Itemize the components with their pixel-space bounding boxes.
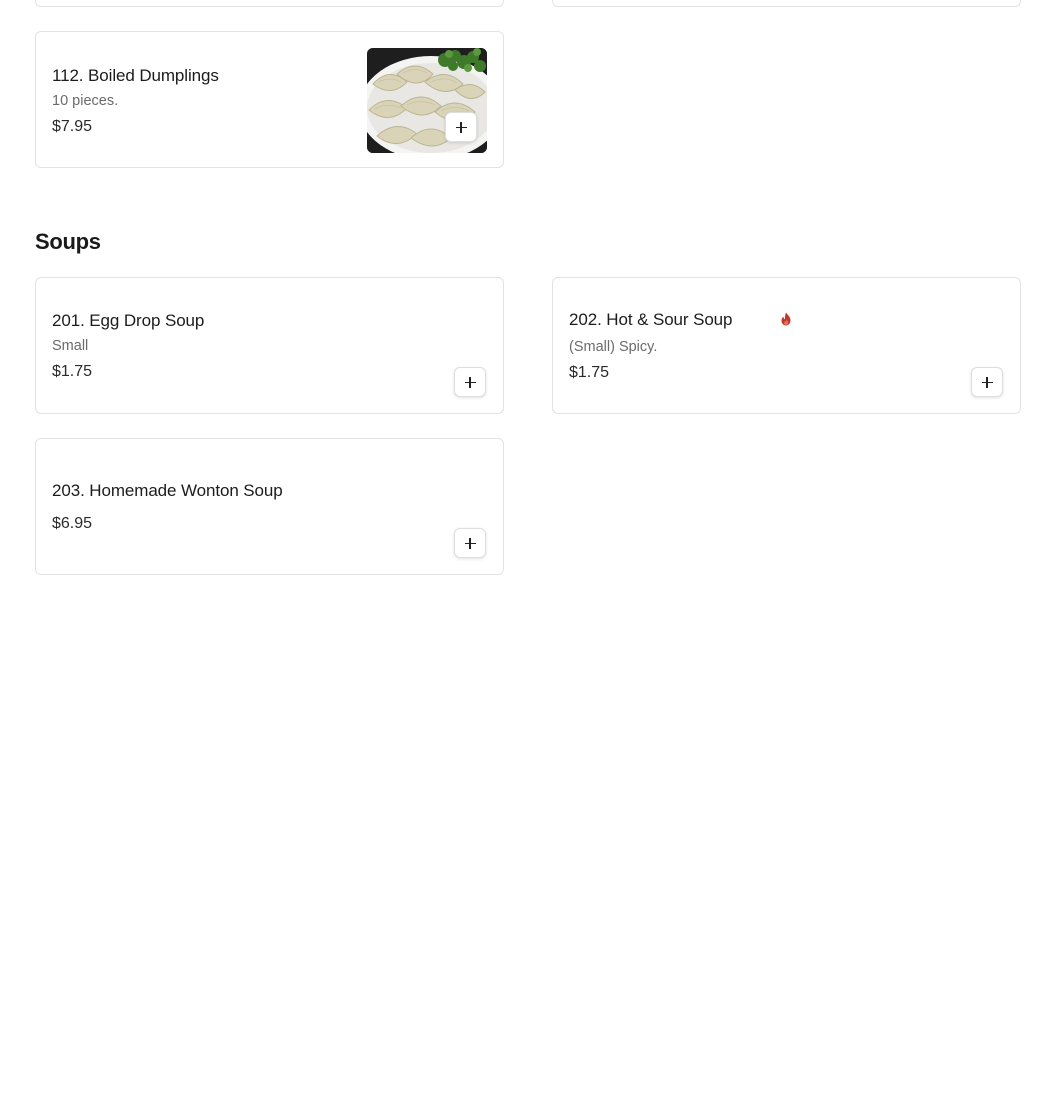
menu-item-card-homemade-wonton-soup[interactable]: 203. Homemade Wonton Soup $6.95: [35, 438, 504, 575]
item-description: (Small) Spicy.: [569, 339, 658, 355]
item-price: $6.95: [52, 515, 93, 532]
item-price: $1.75: [52, 363, 93, 380]
item-description: 10 pieces.: [52, 93, 119, 109]
menu-item-card-partial-right[interactable]: [552, 0, 1021, 7]
plus-icon: [464, 376, 476, 388]
spicy-flame-icon: [781, 312, 791, 326]
item-price: $1.75: [569, 364, 610, 381]
menu-item-card-partial-left[interactable]: [35, 0, 504, 7]
section-title-soups: Soups: [35, 229, 101, 254]
plus-icon: [455, 121, 467, 133]
menu-page: 112. Boiled Dumplings 10 pieces. $7.95 S…: [0, 0, 1050, 1097]
menu-item-card-hot-sour-soup[interactable]: 202. Hot & Sour Soup (Small) Spicy. $1.7…: [552, 277, 1021, 414]
add-to-cart-button[interactable]: [454, 367, 486, 397]
item-price: $7.95: [52, 118, 93, 135]
item-name: 201. Egg Drop Soup: [52, 311, 205, 330]
item-name: 203. Homemade Wonton Soup: [52, 481, 283, 500]
add-to-cart-button[interactable]: [445, 112, 477, 142]
plus-icon: [464, 537, 476, 549]
plus-icon: [981, 376, 993, 388]
item-name: 112. Boiled Dumplings: [52, 66, 219, 85]
menu-item-card-boiled-dumplings[interactable]: 112. Boiled Dumplings 10 pieces. $7.95: [35, 31, 504, 168]
add-to-cart-button[interactable]: [971, 367, 1003, 397]
item-name: 202. Hot & Sour Soup: [569, 310, 733, 329]
add-to-cart-button[interactable]: [454, 528, 486, 558]
menu-item-card-egg-drop-soup[interactable]: 201. Egg Drop Soup Small $1.75: [35, 277, 504, 414]
dumplings-photo[interactable]: [367, 48, 487, 153]
item-description: Small: [52, 338, 89, 354]
